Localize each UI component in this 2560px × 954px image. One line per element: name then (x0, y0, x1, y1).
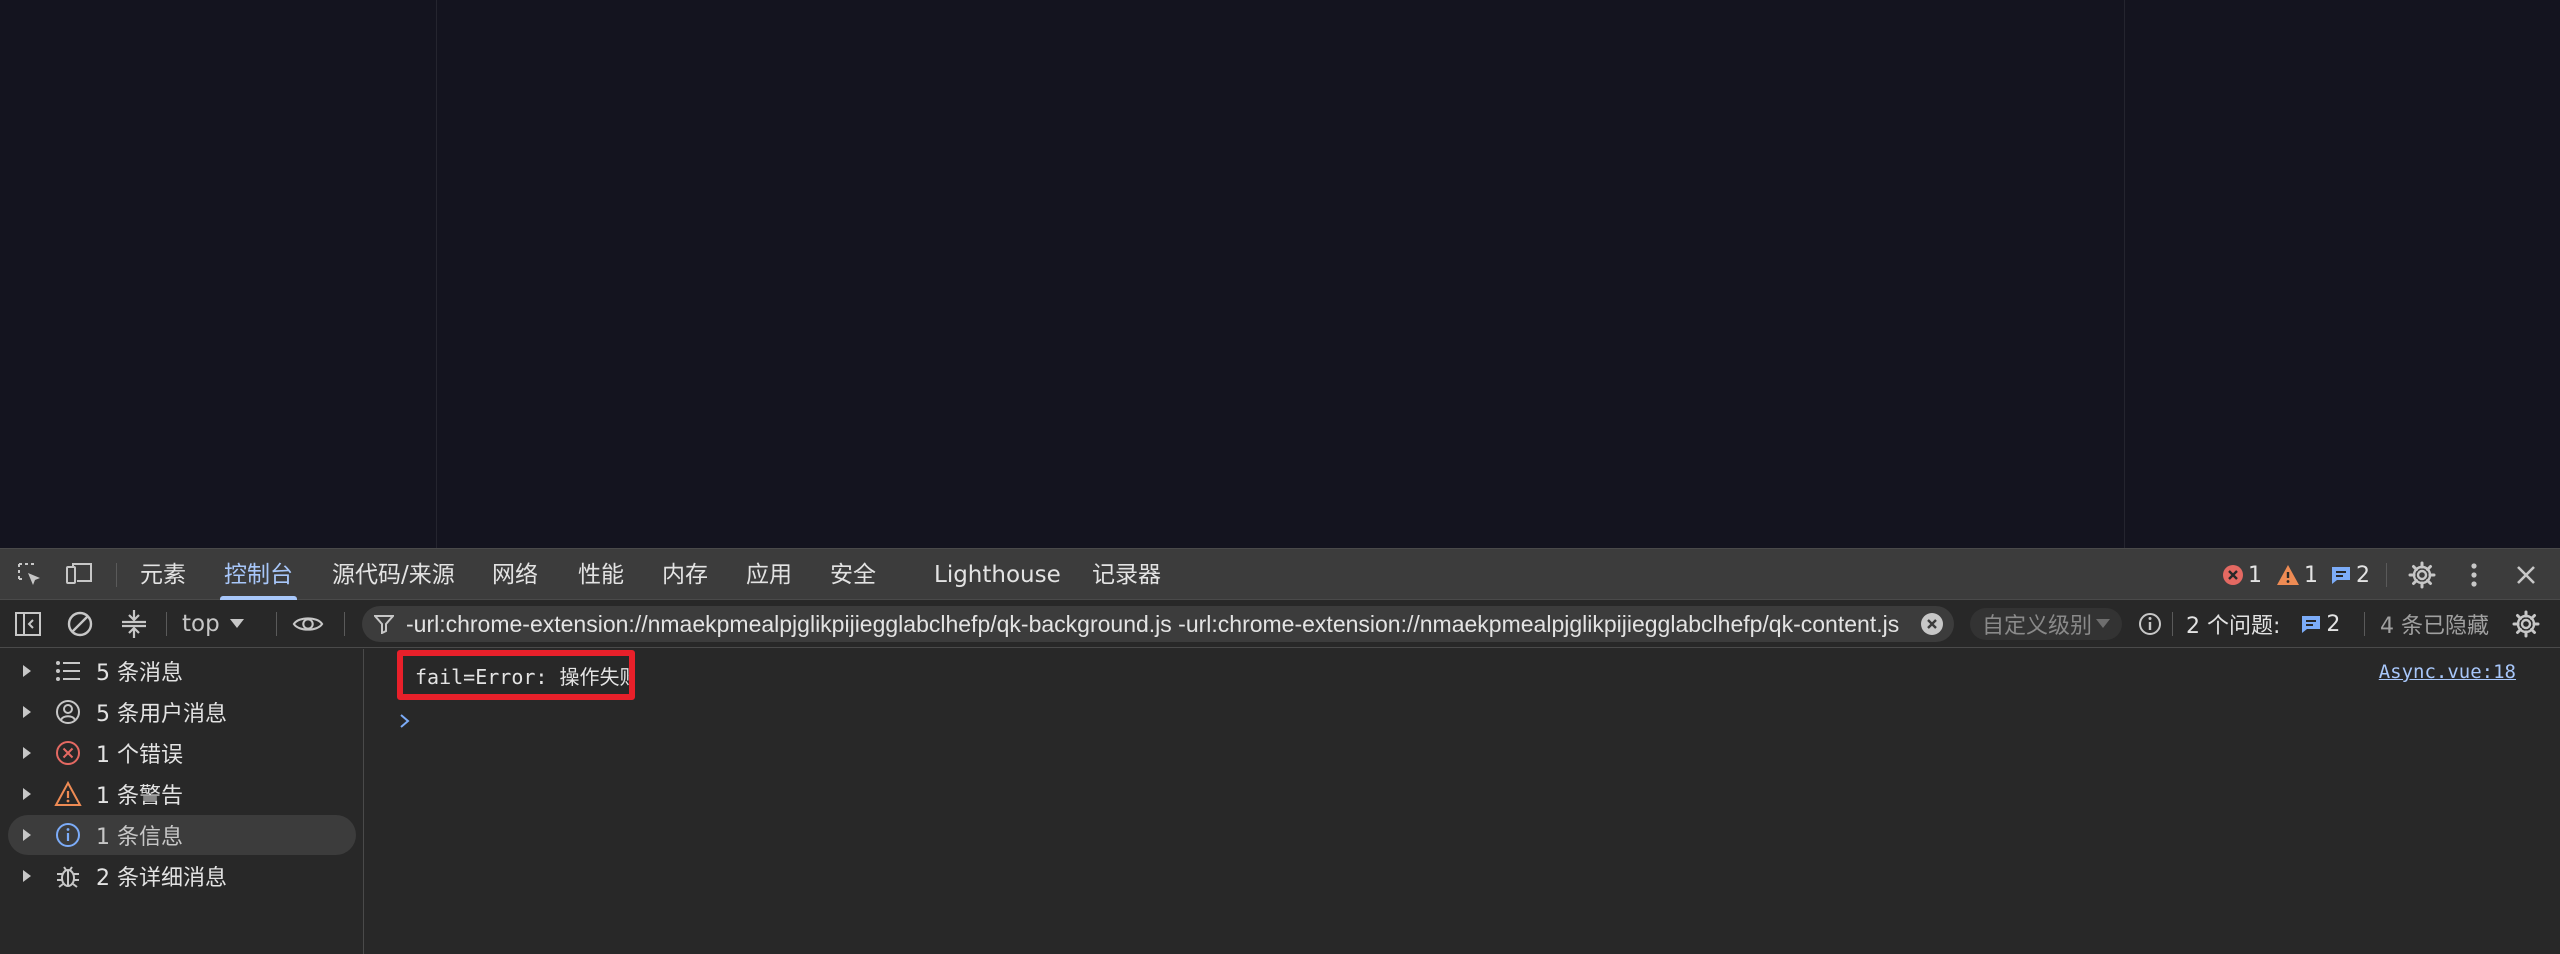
message-icon (2332, 567, 2350, 584)
tab-lighthouse[interactable]: Lighthouse (930, 549, 1065, 600)
sidebar-item-messages[interactable]: 5 条消息 (8, 651, 356, 691)
sidebar-item-label: 5 条用户消息 (96, 702, 227, 727)
context-selector[interactable]: top (182, 608, 244, 640)
warning-counter[interactable]: 1 (2276, 561, 2318, 589)
user-icon (52, 696, 84, 728)
tab-memory[interactable]: 内存 (658, 549, 712, 600)
toggle-sidebar-icon[interactable] (12, 608, 44, 640)
tab-performance[interactable]: 性能 (574, 549, 628, 600)
toolbar-divider (116, 563, 117, 587)
tab-network[interactable]: 网络 (488, 549, 542, 600)
filter-funnel-icon (362, 606, 406, 642)
sidebar-item-label: 1 条信息 (96, 825, 183, 850)
warning-icon (52, 778, 84, 810)
dropdown-caret-icon (229, 619, 244, 628)
tab-recorder[interactable]: 记录器 (1088, 549, 1165, 600)
error-count: 1 (2248, 562, 2262, 588)
expand-triangle-icon (22, 705, 42, 719)
log-levels-label: 自定义级别 (1982, 614, 2093, 639)
tab-sources[interactable]: 源代码/来源 (328, 549, 459, 600)
console-sidebar: 5 条消息 5 条用户消息 1 个错误 1 条警告 1 条信息 2 条详细消息 (0, 649, 364, 954)
sidebar-item-label: 1 个错误 (96, 743, 183, 768)
sidebar-item-label: 5 条消息 (96, 661, 183, 686)
info-icon (52, 819, 84, 851)
console-settings-gear-icon[interactable] (2510, 608, 2542, 640)
page-guide-line (2124, 0, 2125, 548)
console-output: fail=Error: 操作失败 Async.vue:18 (365, 649, 2560, 954)
hidden-messages-count: 4 条已隐藏 (2380, 614, 2489, 639)
live-expression-eye-icon[interactable] (292, 608, 324, 640)
issues-link[interactable]: 2 个问题: 2 (2186, 608, 2340, 640)
sidebar-item-errors[interactable]: 1 个错误 (8, 733, 356, 773)
devtools-tab-bar: 元素 控制台 源代码/来源 网络 性能 内存 应用 安全 Lighthouse … (0, 548, 2560, 600)
issues-label: 2 个问题: (2186, 614, 2281, 639)
tab-security[interactable]: 安全 (826, 549, 880, 600)
tab-console[interactable]: 控制台 (220, 549, 297, 600)
device-toolbar-icon[interactable] (64, 559, 96, 591)
warning-count: 1 (2304, 562, 2318, 588)
console-prompt-chevron-icon[interactable] (393, 709, 417, 733)
context-label: top (182, 611, 220, 637)
toolbar-divider (166, 612, 167, 636)
sidebar-item-info[interactable]: 1 条信息 (8, 815, 356, 855)
sidebar-item-label: 2 条详细消息 (96, 866, 227, 891)
clear-console-icon[interactable] (64, 608, 96, 640)
expand-triangle-icon (22, 787, 42, 801)
source-location-link[interactable]: Async.vue:18 (2379, 661, 2516, 683)
inspected-page (0, 0, 2560, 548)
sidebar-item-label: 1 条警告 (96, 784, 183, 809)
list-icon (52, 655, 84, 687)
error-counter[interactable]: 1 (2222, 561, 2262, 589)
info-circle-icon[interactable] (2134, 608, 2166, 640)
tab-application[interactable]: 应用 (742, 549, 796, 600)
bug-icon (52, 860, 84, 892)
expand-triangle-icon (22, 869, 42, 883)
message-count: 2 (2356, 562, 2370, 588)
toolbar-divider (2386, 563, 2387, 587)
message-counter[interactable]: 2 (2330, 561, 2370, 589)
close-devtools-icon[interactable] (2510, 559, 2542, 591)
devtools-panel: 元素 控制台 源代码/来源 网络 性能 内存 应用 安全 Lighthouse … (0, 548, 2560, 954)
sidebar-item-warnings[interactable]: 1 条警告 (8, 774, 356, 814)
page-guide-line (436, 0, 437, 548)
inspect-element-icon[interactable] (14, 559, 46, 591)
expand-triangle-icon (22, 828, 42, 842)
toolbar-divider (276, 612, 277, 636)
warning-icon (2277, 565, 2299, 585)
console-message: fail=Error: 操作失败 (397, 650, 635, 700)
error-icon (52, 737, 84, 769)
console-filter (362, 606, 1954, 642)
issues-count: 2 (2326, 611, 2341, 637)
sidebar-item-verbose[interactable]: 2 条详细消息 (8, 856, 356, 896)
tab-elements[interactable]: 元素 (136, 549, 190, 600)
expand-triangle-icon (22, 746, 42, 760)
group-similar-icon[interactable] (118, 608, 150, 640)
log-levels-dropdown[interactable]: 自定义级别 (1970, 608, 2122, 640)
dropdown-caret-icon (2096, 619, 2110, 628)
more-options-icon[interactable] (2458, 559, 2490, 591)
toolbar-divider (2364, 612, 2365, 636)
sidebar-item-user-messages[interactable]: 5 条用户消息 (8, 692, 356, 732)
console-toolbar: top 自定义级别 2 个问题: 2 (0, 600, 2560, 648)
toolbar-divider (344, 612, 345, 636)
clear-filter-icon[interactable] (1910, 606, 1954, 642)
settings-gear-icon[interactable] (2406, 559, 2438, 591)
toolbar-divider (2172, 612, 2173, 636)
expand-triangle-icon (22, 664, 42, 678)
filter-input[interactable] (406, 606, 1910, 642)
message-icon (2302, 616, 2321, 633)
error-icon (2223, 565, 2243, 585)
